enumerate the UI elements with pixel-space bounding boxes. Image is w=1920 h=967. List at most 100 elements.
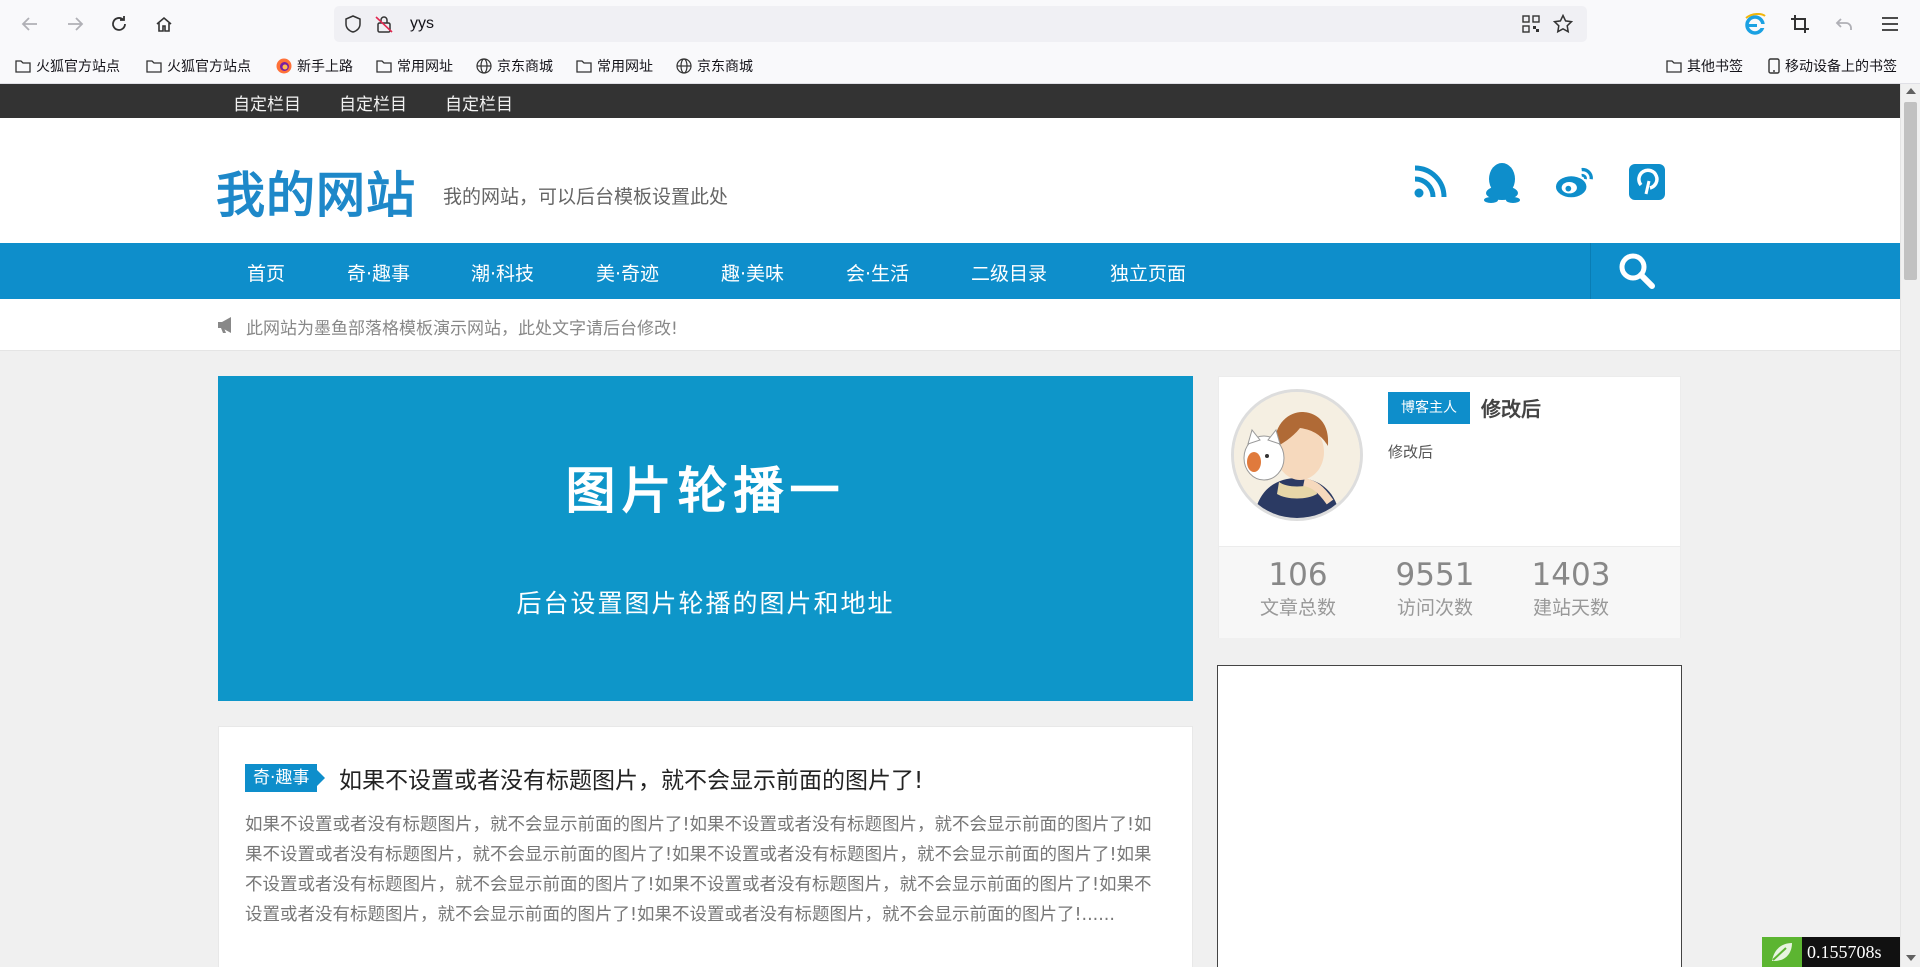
folder-icon	[146, 60, 162, 73]
nav-item[interactable]: 奇·趣事	[347, 259, 410, 286]
image-carousel[interactable]: 图片轮播一 后台设置图片轮播的图片和地址	[218, 376, 1193, 701]
stat-value: 9551	[1395, 557, 1475, 593]
nav-item[interactable]: 美·奇迹	[596, 259, 659, 286]
post-category-tag[interactable]: 奇·趣事	[245, 764, 326, 792]
firefox-icon	[276, 58, 292, 74]
owner-badge: 博客主人	[1388, 392, 1470, 424]
bookmark-item[interactable]: 常用网址	[376, 56, 453, 76]
topbar-link[interactable]: 自定栏目	[339, 90, 407, 115]
insecure-lock-icon[interactable]	[374, 14, 394, 34]
bookmark-item[interactable]: 京东商城	[476, 56, 553, 76]
folder-icon	[576, 60, 592, 73]
bookmark-item[interactable]: 常用网址	[576, 56, 653, 76]
profile-description: 修改后	[1388, 443, 1434, 461]
timer-value: 0.155708s	[1807, 941, 1882, 962]
notice-text: 此网站为墨鱼部落格模板演示网站，此处文字请后台修改!	[246, 319, 678, 339]
mobile-bookmarks[interactable]: 移动设备上的书签	[1768, 56, 1897, 76]
arrow-left-icon	[21, 17, 37, 31]
post-title[interactable]: 如果不设置或者没有标题图片，就不会显示前面的图片了!	[339, 761, 923, 795]
stat-days: 1403 建站天数	[1511, 557, 1631, 620]
site-logo[interactable]: 我的网站	[216, 156, 416, 227]
stat-value: 106	[1268, 557, 1328, 593]
stat-label: 访问次数	[1396, 597, 1473, 619]
other-bookmarks[interactable]: 其他书签	[1666, 56, 1743, 76]
screenshot-button[interactable]	[1786, 10, 1814, 38]
stat-label: 建站天数	[1532, 597, 1609, 619]
nav-item[interactable]: 独立页面	[1110, 259, 1186, 286]
carousel-title: 图片轮播一	[565, 462, 846, 520]
stat-posts: 106 文章总数	[1238, 557, 1358, 620]
folder-icon	[376, 60, 392, 73]
globe-icon	[476, 58, 492, 74]
undo-button[interactable]	[1830, 10, 1858, 38]
scroll-up-arrow-icon[interactable]	[1906, 88, 1916, 94]
undo-icon	[1835, 18, 1852, 30]
pinterest-icon	[1629, 164, 1665, 200]
post-card: 奇·趣事 如果不设置或者没有标题图片，就不会显示前面的图片了! 如果不设置或者没…	[218, 726, 1193, 967]
reload-button[interactable]	[104, 9, 134, 39]
page-viewport: 自定栏目 自定栏目 自定栏目 我的网站 我的网站，可以后台模板设置此处 首页 奇…	[0, 84, 1900, 967]
qq-penguin-icon	[1484, 163, 1520, 203]
crop-icon	[1791, 15, 1809, 33]
topbar-link[interactable]: 自定栏目	[233, 90, 301, 115]
home-icon	[156, 16, 172, 32]
forward-button[interactable]	[60, 9, 90, 39]
main-nav: 首页 奇·趣事 潮·科技 美·奇迹 趣·美味 会·生活 二级目录 独立页面	[0, 243, 1900, 299]
post-excerpt: 如果不设置或者没有标题图片，就不会显示前面的图片了!如果不设置或者没有标题图片，…	[245, 815, 1152, 925]
folder-icon	[1666, 60, 1682, 73]
megaphone-icon	[218, 317, 231, 333]
menu-button[interactable]	[1876, 10, 1904, 38]
globe-icon	[676, 58, 692, 74]
home-button[interactable]	[149, 9, 179, 39]
shield-icon[interactable]	[343, 14, 363, 34]
profile-name: 修改后	[1481, 397, 1541, 421]
qq-link[interactable]	[1482, 162, 1522, 203]
carousel-subtitle: 后台设置图片轮播的图片和地址	[516, 589, 895, 618]
ie-tab-button[interactable]	[1741, 10, 1769, 38]
topbar-link[interactable]: 自定栏目	[445, 90, 513, 115]
nav-item-home[interactable]: 首页	[247, 259, 285, 286]
url-text[interactable]: yys	[410, 15, 434, 33]
search-icon	[1619, 253, 1655, 289]
ie-icon	[1745, 12, 1766, 35]
page-scrollbar[interactable]	[1900, 84, 1920, 967]
stat-visits: 9551 访问次数	[1375, 557, 1495, 620]
site-topbar: 自定栏目 自定栏目 自定栏目	[0, 84, 1900, 118]
rss-icon	[1414, 165, 1447, 198]
scroll-down-arrow-icon[interactable]	[1906, 955, 1916, 961]
notice-bar: 此网站为墨鱼部落格模板演示网站，此处文字请后台修改!	[0, 299, 1900, 351]
profile-stats: 106 文章总数 9551 访问次数 1403 建站天数	[1219, 546, 1680, 638]
bookmark-item[interactable]: 火狐官方站点	[146, 56, 251, 76]
star-icon[interactable]	[1553, 14, 1573, 34]
stat-label: 文章总数	[1259, 597, 1336, 619]
site-tagline: 我的网站，可以后台模板设置此处	[443, 186, 729, 208]
hamburger-icon	[1882, 17, 1898, 31]
nav-item[interactable]: 潮·科技	[471, 259, 534, 286]
weibo-icon	[1555, 167, 1593, 198]
address-bar[interactable]: yys	[334, 6, 1587, 42]
bookmark-item[interactable]: 火狐官方站点	[15, 56, 120, 76]
scrollbar-thumb[interactable]	[1904, 102, 1917, 280]
qr-code-icon[interactable]	[1521, 14, 1541, 34]
sidebar-widget-empty	[1217, 665, 1682, 967]
avatar	[1231, 389, 1363, 521]
pinterest-link[interactable]	[1627, 162, 1667, 202]
page-load-timer: 0.155708s	[1762, 937, 1900, 967]
back-button[interactable]	[15, 9, 45, 39]
reload-icon	[112, 16, 126, 31]
bookmark-item[interactable]: 新手上路	[276, 56, 353, 76]
mobile-device-icon	[1768, 58, 1780, 74]
browser-toolbar: yys	[0, 0, 1920, 47]
search-button[interactable]	[1590, 243, 1682, 299]
profile-card: 博客主人 修改后 修改后 106 文章总数 9551 访问次数 1403 建站天…	[1218, 376, 1681, 638]
bookmark-item[interactable]: 京东商城	[676, 56, 753, 76]
arrow-right-icon	[68, 17, 84, 31]
leaf-icon	[1762, 937, 1802, 967]
nav-item[interactable]: 会·生活	[846, 259, 909, 286]
nav-item[interactable]: 二级目录	[971, 259, 1047, 286]
weibo-link[interactable]	[1555, 162, 1595, 202]
site-header: 我的网站 我的网站，可以后台模板设置此处	[0, 118, 1900, 243]
nav-item[interactable]: 趣·美味	[721, 259, 784, 286]
stat-value: 1403	[1531, 557, 1611, 593]
rss-link[interactable]	[1410, 162, 1450, 202]
